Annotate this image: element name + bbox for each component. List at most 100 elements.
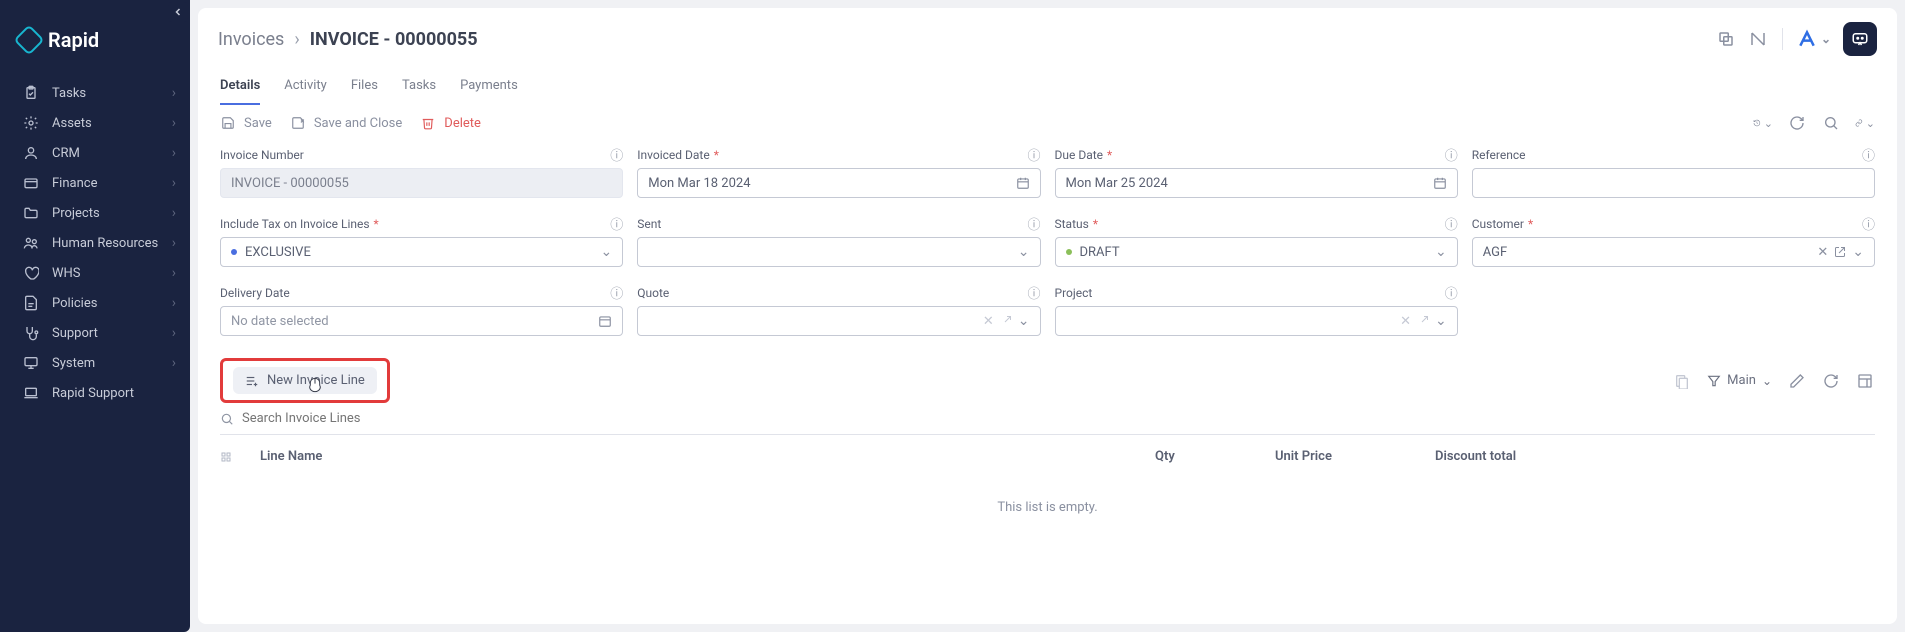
select-project[interactable]: ✕ ⌄ <box>1055 306 1458 336</box>
clear-icon[interactable]: ✕ <box>983 314 994 329</box>
input-invoice-number: INVOICE - 00000055 <box>220 168 623 198</box>
notion-icon[interactable] <box>1748 29 1768 49</box>
divider <box>1782 28 1783 50</box>
input-reference[interactable] <box>1472 168 1875 198</box>
required-marker: * <box>714 148 719 162</box>
sidebar-item-assets[interactable]: Assets› <box>0 108 190 138</box>
breadcrumb-parent[interactable]: Invoices <box>218 29 284 50</box>
open-icon[interactable] <box>1417 315 1429 327</box>
label-invoiced-date: Invoiced Date <box>637 148 709 162</box>
chevron-down-icon[interactable]: ⌄ <box>1435 244 1447 260</box>
chevron-down-icon[interactable]: ⌄ <box>1018 244 1030 260</box>
sidebar-item-tasks[interactable]: Tasks› <box>0 78 190 108</box>
info-icon[interactable]: ⓘ <box>610 145 623 164</box>
edit-icon[interactable] <box>1787 371 1807 391</box>
chat-button[interactable] <box>1843 22 1877 56</box>
info-icon[interactable]: ⓘ <box>610 214 623 233</box>
sidebar-collapse-button[interactable] <box>168 2 188 22</box>
tab-files[interactable]: Files <box>351 72 378 105</box>
layout-icon[interactable] <box>1855 371 1875 391</box>
status-dot-icon <box>1066 249 1072 255</box>
select-customer[interactable]: AGF ✕ ⌄ <box>1472 237 1875 267</box>
filter-main-dropdown[interactable]: Main ⌄ <box>1706 372 1773 389</box>
link-button[interactable]: ⌄ <box>1855 113 1875 133</box>
info-icon[interactable]: ⓘ <box>1445 214 1458 233</box>
refresh-button[interactable] <box>1787 113 1807 133</box>
copy-icon[interactable] <box>1716 29 1736 49</box>
clear-icon[interactable]: ✕ <box>1817 245 1828 260</box>
calendar-icon[interactable] <box>1433 176 1447 190</box>
sidebar-item-label: Support <box>52 326 98 341</box>
brand-logo: Rapid <box>0 0 190 74</box>
search-invoice-lines-input[interactable] <box>242 411 542 426</box>
save-button[interactable]: Save <box>220 115 272 131</box>
sidebar-item-support[interactable]: Support› <box>0 318 190 348</box>
tab-tasks[interactable]: Tasks <box>402 72 436 105</box>
col-unit-price[interactable]: Unit Price <box>1275 449 1435 464</box>
col-discount-total[interactable]: Discount total <box>1435 449 1635 464</box>
new-invoice-line-button[interactable]: New Invoice Line <box>233 367 377 394</box>
select-status[interactable]: DRAFT ⌄ <box>1055 237 1458 267</box>
input-delivery-date[interactable]: No date selected <box>220 306 623 336</box>
tab-activity[interactable]: Activity <box>284 72 327 105</box>
sidebar-item-label: Rapid Support <box>52 386 134 401</box>
chevron-down-icon[interactable]: ⌄ <box>601 244 613 260</box>
calendar-icon[interactable] <box>1016 176 1030 190</box>
chevron-right-icon: › <box>172 85 176 101</box>
calendar-icon[interactable] <box>598 314 612 328</box>
info-icon[interactable]: ⓘ <box>1862 214 1875 233</box>
empty-list-message: This list is empty. <box>198 478 1897 537</box>
trash-icon <box>420 115 436 131</box>
sidebar-item-whs[interactable]: WHS› <box>0 258 190 288</box>
refresh-lines-icon[interactable] <box>1821 371 1841 391</box>
tab-details[interactable]: Details <box>220 72 260 105</box>
input-invoiced-date[interactable]: Mon Mar 18 2024 <box>637 168 1040 198</box>
sidebar-item-policies[interactable]: Policies› <box>0 288 190 318</box>
info-icon[interactable]: ⓘ <box>1862 145 1875 164</box>
col-qty[interactable]: Qty <box>1155 449 1275 464</box>
chevron-right-icon: › <box>172 265 176 281</box>
chevron-down-icon[interactable]: ⌄ <box>1018 313 1030 329</box>
save-close-button[interactable]: Save and Close <box>290 115 402 131</box>
sidebar-item-rapid-support[interactable]: Rapid Support <box>0 378 190 408</box>
input-due-date[interactable]: Mon Mar 25 2024 <box>1055 168 1458 198</box>
chevron-down-icon: ⌄ <box>1762 374 1772 388</box>
open-icon[interactable] <box>1000 315 1012 327</box>
search-button[interactable] <box>1821 113 1841 133</box>
open-icon[interactable] <box>1834 246 1846 258</box>
info-icon[interactable]: ⓘ <box>1027 145 1040 164</box>
info-icon[interactable]: ⓘ <box>1445 283 1458 302</box>
delete-button[interactable]: Delete <box>420 115 481 131</box>
select-sent[interactable]: ⌄ <box>637 237 1040 267</box>
info-icon[interactable]: ⓘ <box>1445 145 1458 164</box>
sidebar-item-label: Projects <box>52 206 100 221</box>
history-button[interactable]: ⌄ <box>1753 113 1773 133</box>
sidebar-item-finance[interactable]: Finance› <box>0 168 190 198</box>
export-icon[interactable] <box>1672 371 1692 391</box>
value-customer: AGF <box>1483 245 1507 260</box>
sidebar-item-projects[interactable]: Projects› <box>0 198 190 228</box>
chevron-down-icon[interactable]: ⌄ <box>1852 244 1864 260</box>
sidebar-item-system[interactable]: System› <box>0 348 190 378</box>
value-include-tax: EXCLUSIVE <box>245 245 311 260</box>
app-switcher[interactable]: ⌄ <box>1797 29 1831 49</box>
save-close-icon <box>290 115 306 131</box>
clear-icon[interactable]: ✕ <box>1400 314 1411 329</box>
value-invoice-number: INVOICE - 00000055 <box>231 176 349 191</box>
sidebar-item-crm[interactable]: CRM› <box>0 138 190 168</box>
breadcrumb: Invoices › INVOICE - 00000055 <box>218 29 478 50</box>
grid-icon <box>220 451 260 463</box>
tab-payments[interactable]: Payments <box>460 72 518 105</box>
info-icon[interactable]: ⓘ <box>1027 283 1040 302</box>
select-quote[interactable]: ✕ ⌄ <box>637 306 1040 336</box>
col-line-name[interactable]: Line Name <box>260 449 1155 464</box>
status-dot-icon <box>231 249 237 255</box>
chevron-right-icon: › <box>172 175 176 191</box>
invoice-line-toolbar: New Invoice Line Main ⌄ <box>198 346 1897 407</box>
info-icon[interactable]: ⓘ <box>610 283 623 302</box>
select-include-tax[interactable]: EXCLUSIVE ⌄ <box>220 237 623 267</box>
sidebar-item-human-resources[interactable]: Human Resources› <box>0 228 190 258</box>
chevron-down-icon[interactable]: ⌄ <box>1435 313 1447 329</box>
info-icon[interactable]: ⓘ <box>1027 214 1040 233</box>
folder-icon <box>22 205 40 221</box>
